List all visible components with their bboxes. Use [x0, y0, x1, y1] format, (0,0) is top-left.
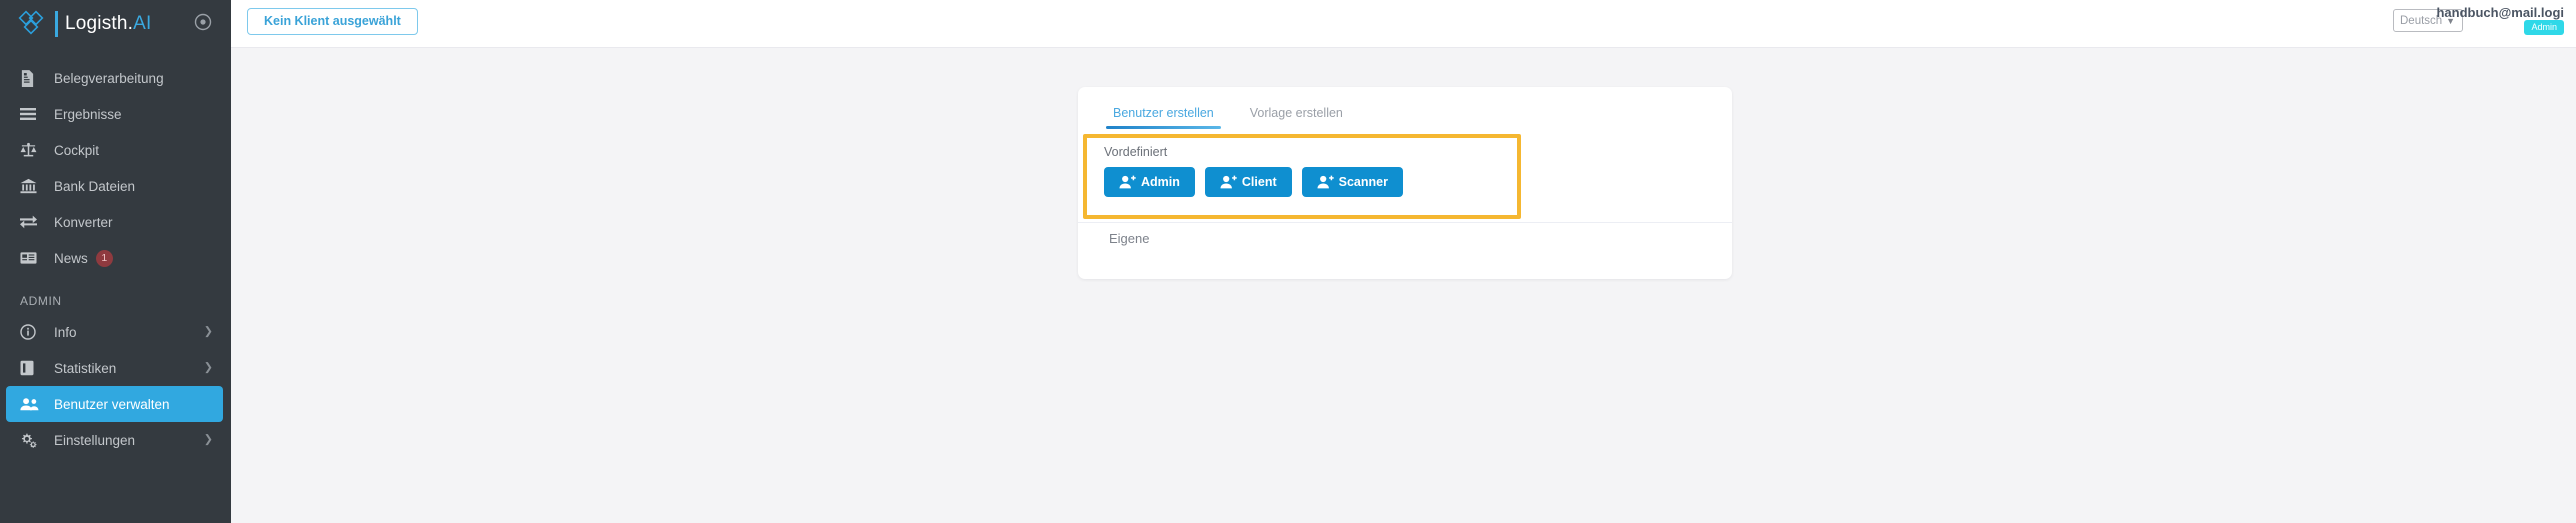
sidebar-item-label: Konverter: [54, 214, 113, 230]
client-selector-button[interactable]: Kein Klient ausgewählt: [247, 8, 418, 35]
predefined-section-label: Vordefiniert: [1104, 145, 1168, 159]
sidebar-item-statistiken[interactable]: Statistiken ❯: [0, 350, 231, 386]
diamond-logo-icon: [18, 10, 44, 35]
card-tabs: Benutzer erstellen Vorlage erstellen: [1078, 87, 1732, 129]
sidebar-item-info[interactable]: Info ❯: [0, 314, 231, 350]
sidebar-item-belegverarbeitung[interactable]: Belegverarbeitung: [0, 60, 231, 96]
book-icon: [20, 359, 43, 377]
sidebar-item-label: Bank Dateien: [54, 178, 136, 194]
create-admin-button[interactable]: Admin: [1104, 167, 1195, 197]
sidebar-item-konverter[interactable]: Konverter: [0, 204, 231, 240]
user-plus-icon: [1317, 175, 1334, 189]
balance-scale-icon: [20, 141, 43, 159]
sidebar-item-label: Benutzer verwalten: [54, 396, 170, 412]
chevron-right-icon: ❯: [203, 433, 213, 446]
sidebar-group-admin: ADMIN: [20, 294, 62, 308]
circle-target-icon[interactable]: [192, 11, 214, 33]
sidebar-item-cockpit[interactable]: Cockpit: [0, 132, 231, 168]
user-creation-card: Benutzer erstellen Vorlage erstellen Vor…: [1078, 87, 1732, 279]
bank-icon: [20, 177, 43, 195]
create-scanner-button[interactable]: Scanner: [1301, 167, 1403, 197]
chevron-right-icon: ❯: [203, 325, 213, 338]
cogs-icon: [20, 431, 43, 449]
user-plus-icon: [1119, 175, 1136, 189]
user-role-badge: Admin: [2524, 20, 2564, 35]
preset-button-label: Admin: [1141, 175, 1180, 189]
card-divider: [1078, 222, 1732, 223]
own-section-label: Eigene: [1109, 231, 1150, 246]
predefined-button-group: Admin Client Scanner: [1087, 159, 1517, 197]
sidebar-item-label: Info: [54, 324, 77, 340]
sidebar-main-nav: Belegverarbeitung Ergebnisse Cockpit Ban…: [0, 48, 231, 458]
sidebar-item-label: Ergebnisse: [54, 106, 122, 122]
app-root: Logisth.AI Belegverarbeitung Ergebnisse …: [0, 0, 2576, 523]
exchange-arrows-icon: [20, 213, 43, 231]
preset-button-label: Scanner: [1338, 175, 1388, 189]
sidebar: Logisth.AI Belegverarbeitung Ergebnisse …: [0, 0, 231, 523]
logo-accent: AI: [133, 13, 152, 34]
logo-text: Logisth.AI: [65, 13, 152, 35]
create-client-button[interactable]: Client: [1204, 167, 1292, 197]
sidebar-item-bank-dateien[interactable]: Bank Dateien: [0, 168, 231, 204]
sidebar-item-label: Statistiken: [54, 360, 117, 376]
document-icon: [20, 69, 43, 87]
preset-button-label: Client: [1241, 175, 1277, 189]
logo-divider: [55, 11, 58, 37]
newspaper-icon: [20, 249, 43, 267]
news-count-badge: 1: [95, 249, 113, 267]
sidebar-item-einstellungen[interactable]: Einstellungen ❯: [0, 422, 231, 458]
sidebar-item-news[interactable]: News 1: [0, 240, 231, 276]
info-circle-icon: [20, 323, 43, 341]
user-plus-icon: [1220, 175, 1237, 189]
sidebar-header: Logisth.AI: [0, 0, 231, 48]
sidebar-item-label: Einstellungen: [54, 432, 136, 448]
sidebar-item-label: Belegverarbeitung: [54, 70, 164, 86]
logo-name: Logisth.: [65, 13, 134, 34]
sidebar-item-label: Cockpit: [54, 142, 100, 158]
sidebar-item-benutzer-verwalten[interactable]: Benutzer verwalten: [6, 386, 223, 422]
topbar: Kein Klient ausgewählt Deutsch ▼ handbuc…: [231, 0, 2576, 48]
tab-benutzer-erstellen[interactable]: Benutzer erstellen: [1106, 106, 1221, 129]
chevron-right-icon: ❯: [203, 361, 213, 374]
list-lines-icon: [20, 105, 43, 123]
users-icon: [20, 395, 43, 413]
sidebar-item-ergebnisse[interactable]: Ergebnisse: [0, 96, 231, 132]
user-email-label: handbuch@mail.logi: [2436, 5, 2564, 20]
logo[interactable]: Logisth.AI: [18, 9, 152, 39]
sidebar-item-label: News: [54, 250, 88, 266]
tab-vorlage-erstellen[interactable]: Vorlage erstellen: [1246, 106, 1347, 129]
predefined-highlight-box: Vordefiniert Admin Client Scanner: [1083, 134, 1521, 219]
